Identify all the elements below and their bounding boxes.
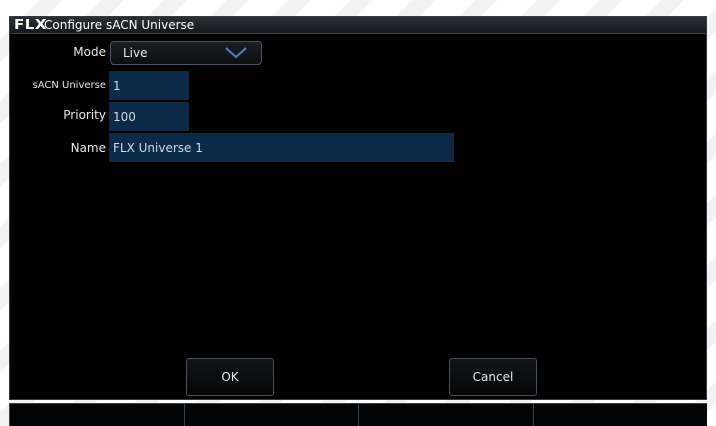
mode-select[interactable]: Live <box>110 41 262 65</box>
softkey-1[interactable] <box>9 403 184 426</box>
universe-field[interactable]: 1 <box>109 71 189 100</box>
priority-label: Priority <box>63 108 106 122</box>
universe-label: sACN Universe <box>32 80 107 91</box>
dialog-titlebar: FLX Configure sACN Universe <box>10 17 706 34</box>
softkey-2[interactable] <box>183 403 358 426</box>
name-field[interactable]: FLX Universe 1 <box>109 133 454 162</box>
softkey-4[interactable] <box>532 403 707 426</box>
mode-value: Live <box>123 46 148 60</box>
dialog-title: Configure sACN Universe <box>44 17 195 32</box>
chevron-down-icon <box>225 47 247 59</box>
softkey-3[interactable] <box>358 403 533 426</box>
priority-field[interactable]: 100 <box>109 102 189 131</box>
flx-logo: FLX <box>14 17 47 33</box>
ok-button[interactable]: OK <box>186 358 274 396</box>
mode-label: Mode <box>73 45 106 59</box>
softkey-bar <box>9 403 707 426</box>
configure-universe-dialog: FLX Configure sACN Universe Mode Live sA… <box>9 16 707 400</box>
cancel-button[interactable]: Cancel <box>449 358 537 396</box>
name-label: Name <box>70 141 106 155</box>
